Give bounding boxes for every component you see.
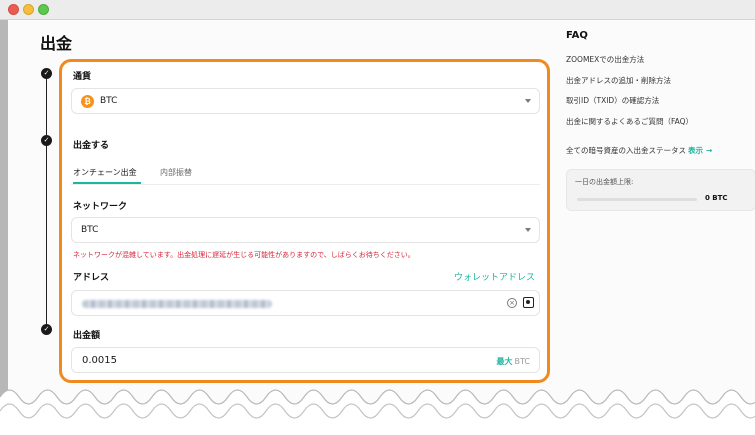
withdraw-form: 通貨 ₿ BTC 出金する オンチェーン出金 内部振替 ネットワーク BTC ネ… bbox=[59, 59, 550, 383]
step-2-check-icon: ✓ bbox=[41, 135, 52, 146]
currency-select-value: BTC bbox=[100, 96, 118, 106]
daily-limit-card: 一日の出金額上限: 0 BTC bbox=[566, 169, 755, 211]
status-view-link[interactable]: 表示 bbox=[688, 146, 703, 155]
step-3-check-icon: ✓ bbox=[41, 324, 52, 335]
amount-label: 出金額 bbox=[73, 331, 101, 341]
address-label: アドレス bbox=[73, 273, 110, 283]
amount-unit: BTC bbox=[514, 357, 531, 366]
network-congestion-warning: ネットワークが混雑しています。出金処理に遅延が生じる可能性がありますので、しばら… bbox=[73, 251, 415, 259]
clear-icon[interactable]: × bbox=[507, 298, 517, 308]
network-label: ネットワーク bbox=[73, 202, 128, 212]
browser-window: 出金 ✓ ✓ ✓ 通貨 ₿ BTC 出金する オンチェーン出金 内部振替 ネット… bbox=[0, 0, 755, 435]
faq-link-withdraw-faq[interactable]: 出金に関するよくあるご質問（FAQ） bbox=[566, 116, 693, 127]
step-1-check-icon: ✓ bbox=[41, 68, 52, 79]
amount-input-value: 0.0015 bbox=[82, 355, 117, 366]
window-titlebar bbox=[0, 0, 755, 20]
maximize-window-button[interactable] bbox=[38, 4, 49, 15]
withdraw-label: 出金する bbox=[73, 141, 110, 151]
max-button[interactable]: 最大 bbox=[497, 357, 513, 366]
faq-link-txid[interactable]: 取引ID（TXID）の確認方法 bbox=[566, 95, 659, 106]
faq-title: FAQ bbox=[566, 30, 588, 41]
withdraw-page: 出金 ✓ ✓ ✓ 通貨 ₿ BTC 出金する オンチェーン出金 内部振替 ネット… bbox=[0, 20, 755, 435]
address-input[interactable]: × bbox=[71, 290, 540, 316]
minimize-window-button[interactable] bbox=[23, 4, 34, 15]
faq-link-withdraw-method[interactable]: ZOOMEXでの出金方法 bbox=[566, 54, 644, 65]
network-select-value: BTC bbox=[81, 225, 99, 235]
address-book-icon[interactable] bbox=[523, 297, 534, 308]
page-title: 出金 bbox=[40, 34, 73, 53]
deposit-withdraw-status: 全ての暗号資産の入出金ステータス 表示 → bbox=[566, 145, 712, 156]
status-text: 全ての暗号資産の入出金ステータス bbox=[566, 146, 686, 155]
address-input-value bbox=[82, 300, 272, 308]
daily-limit-value: 0 BTC bbox=[705, 194, 728, 202]
max-amount: 最大 BTC bbox=[497, 356, 531, 367]
close-window-button[interactable] bbox=[8, 4, 19, 15]
network-select[interactable]: BTC bbox=[71, 217, 540, 243]
daily-limit-label: 一日の出金額上限: bbox=[575, 178, 634, 186]
faq-link-address-management[interactable]: 出金アドレスの追加・削除方法 bbox=[566, 75, 671, 86]
chevron-down-icon bbox=[525, 99, 531, 103]
wallet-address-link[interactable]: ウォレットアドレス bbox=[454, 270, 535, 283]
daily-limit-bar bbox=[577, 198, 697, 201]
tab-onchain-withdraw[interactable]: オンチェーン出金 bbox=[73, 167, 137, 178]
bitcoin-icon: ₿ bbox=[81, 95, 94, 108]
step-progress-line bbox=[46, 74, 47, 330]
tab-internal-transfer[interactable]: 内部振替 bbox=[160, 167, 192, 178]
currency-label: 通貨 bbox=[73, 72, 92, 82]
amount-input[interactable]: 0.0015 最大 BTC bbox=[71, 347, 540, 373]
torn-edge-decoration bbox=[0, 389, 755, 435]
chevron-down-icon bbox=[525, 228, 531, 232]
tab-divider bbox=[71, 184, 540, 185]
arrow-right-icon: → bbox=[706, 146, 713, 155]
currency-select[interactable]: ₿ BTC bbox=[71, 88, 540, 114]
